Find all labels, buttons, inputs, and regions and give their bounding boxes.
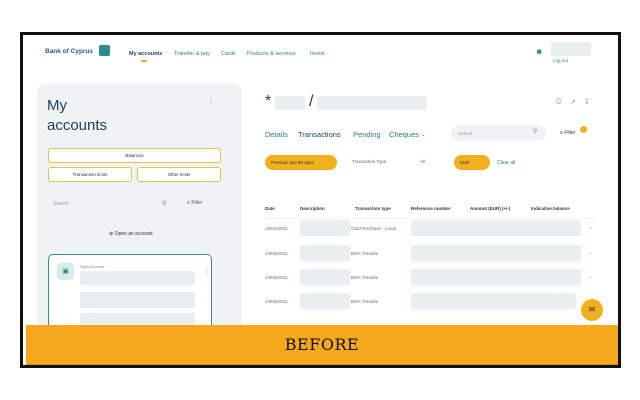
chat-fab-button[interactable]: ✉ bbox=[581, 299, 603, 321]
account-number-redacted-main bbox=[275, 96, 305, 110]
row-values-redacted bbox=[411, 293, 576, 309]
table-row-type: Card Purchase - Local bbox=[351, 226, 396, 231]
col-reference-number[interactable]: Reference number bbox=[411, 206, 451, 211]
period-filter-label: Previous last 90 days bbox=[271, 160, 314, 165]
bank-logo-icon[interactable] bbox=[99, 45, 110, 56]
plus-circle-icon: ⊕ bbox=[109, 231, 114, 237]
nav-transfer-pay[interactable]: Transfer & pay bbox=[174, 51, 210, 57]
account-number-separator: / bbox=[309, 93, 314, 110]
transactions-filter-button[interactable]: ≡ Filter bbox=[560, 130, 575, 136]
col-description[interactable]: Description bbox=[300, 206, 325, 211]
search-icon[interactable]: ⚲ bbox=[533, 128, 537, 135]
tab-transactions[interactable]: Transactions bbox=[298, 130, 341, 139]
other-limits-button[interactable]: Other limits bbox=[137, 167, 221, 182]
chat-fab-icon: ✉ bbox=[588, 305, 596, 314]
currency-label: EUR bbox=[460, 160, 470, 165]
chevron-down-icon[interactable]: ⌄ bbox=[588, 273, 593, 280]
account-name-redacted bbox=[80, 271, 195, 285]
filter-icon: ≡ bbox=[187, 200, 190, 206]
account-type-label: Sight Account bbox=[80, 264, 105, 269]
row-values-redacted bbox=[411, 245, 581, 261]
chevron-down-icon[interactable]: ⌄ bbox=[421, 132, 425, 138]
bank-logo-text[interactable]: Bank of Cyprus bbox=[45, 48, 93, 55]
chevron-down-icon[interactable]: ⌄ bbox=[588, 224, 593, 231]
row-description-redacted bbox=[300, 245, 350, 261]
open-account-label: Open an account bbox=[114, 231, 153, 237]
filter-icon: ≡ bbox=[560, 130, 563, 136]
transactions-search-placeholder: Search bbox=[458, 131, 473, 136]
row-description-redacted bbox=[300, 220, 350, 236]
sidebar-title: My accounts bbox=[47, 96, 107, 136]
col-amount[interactable]: Amount (EUR) (+/-) bbox=[470, 206, 510, 211]
nav-active-indicator bbox=[141, 60, 147, 62]
before-banner: BEFORE bbox=[26, 325, 618, 365]
transaction-type-dropdown[interactable]: Transaction Type bbox=[352, 159, 386, 164]
account-card-icon: ▣ bbox=[57, 263, 74, 280]
open-account-button[interactable]: ⊕ Open an account bbox=[109, 231, 153, 237]
transactions-filter-label: Filter bbox=[564, 130, 576, 136]
print-icon[interactable]: ⎙ bbox=[556, 98, 562, 106]
nav-cards[interactable]: Cards bbox=[221, 51, 236, 57]
tab-details[interactable]: Details bbox=[265, 130, 288, 139]
table-row-date: 14/04/2022 bbox=[265, 275, 288, 280]
search-icon[interactable]: ⚲ bbox=[162, 200, 166, 207]
card-kebab-icon[interactable]: ⋮ bbox=[204, 268, 210, 275]
table-row-type: BOC Transfer bbox=[351, 299, 379, 304]
sidebar-title-line2: accounts bbox=[47, 117, 108, 134]
col-indicative-balance[interactable]: Indicative balance bbox=[531, 206, 570, 211]
table-row-date: 14/04/2022 bbox=[265, 251, 288, 256]
share-icon[interactable]: ↗ bbox=[570, 98, 576, 106]
table-row-date: 14/04/2022 bbox=[265, 299, 288, 304]
row-values-redacted bbox=[411, 220, 581, 236]
user-icon[interactable]: ☻ bbox=[535, 47, 543, 56]
sidebar-title-line1: My bbox=[47, 97, 67, 114]
tab-cheques[interactable]: Cheques bbox=[389, 130, 419, 139]
currency-pill[interactable]: EUR bbox=[454, 155, 490, 170]
download-icon[interactable]: ↧ bbox=[584, 98, 590, 106]
nav-products-services[interactable]: Products & services bbox=[247, 51, 296, 57]
table-divider bbox=[265, 218, 595, 219]
sidebar-filter-button[interactable]: ≡ Filter bbox=[187, 200, 202, 206]
transaction-limits-button[interactable]: Transaction limits bbox=[48, 167, 132, 182]
tab-pending[interactable]: Pending bbox=[353, 130, 381, 139]
chevron-down-icon[interactable]: ⌄ bbox=[588, 249, 593, 256]
col-transaction-type[interactable]: Transaction type bbox=[355, 206, 391, 211]
filter-count-badge bbox=[580, 126, 587, 133]
sidebar-filter-label: Filter bbox=[191, 200, 203, 206]
banner-label: BEFORE bbox=[284, 335, 360, 354]
all-dropdown[interactable]: All bbox=[420, 159, 425, 164]
table-row-type: BOC Transfer bbox=[351, 275, 379, 280]
account-number-redacted bbox=[80, 292, 195, 308]
row-description-redacted bbox=[300, 269, 350, 285]
table-row-type: BOC Transfer bbox=[351, 251, 379, 256]
table-row-date: 15/04/2022 bbox=[265, 226, 288, 231]
logout-link[interactable]: Log out bbox=[553, 58, 568, 63]
kebab-icon[interactable]: ⋮ bbox=[207, 97, 215, 106]
top-header: Bank of Cyprus My accounts Transfer & pa… bbox=[23, 35, 618, 75]
col-date[interactable]: Date bbox=[265, 206, 275, 211]
row-description-redacted bbox=[300, 293, 350, 309]
period-filter-pill[interactable]: Previous last 90 days bbox=[265, 155, 337, 170]
clear-all-link[interactable]: Clear all bbox=[497, 160, 515, 166]
account-iban-redacted bbox=[317, 96, 427, 110]
account-number-prefix: * bbox=[265, 93, 272, 110]
screenshot-frame: Bank of Cyprus My accounts Transfer & pa… bbox=[20, 32, 621, 368]
balances-button[interactable]: Balances bbox=[48, 148, 221, 163]
sidebar-search-input[interactable]: Search bbox=[53, 201, 173, 207]
nav-invest[interactable]: Invest bbox=[310, 51, 325, 57]
user-name-redacted bbox=[551, 42, 591, 56]
row-values-redacted bbox=[411, 269, 581, 285]
nav-my-accounts[interactable]: My accounts bbox=[129, 51, 162, 57]
